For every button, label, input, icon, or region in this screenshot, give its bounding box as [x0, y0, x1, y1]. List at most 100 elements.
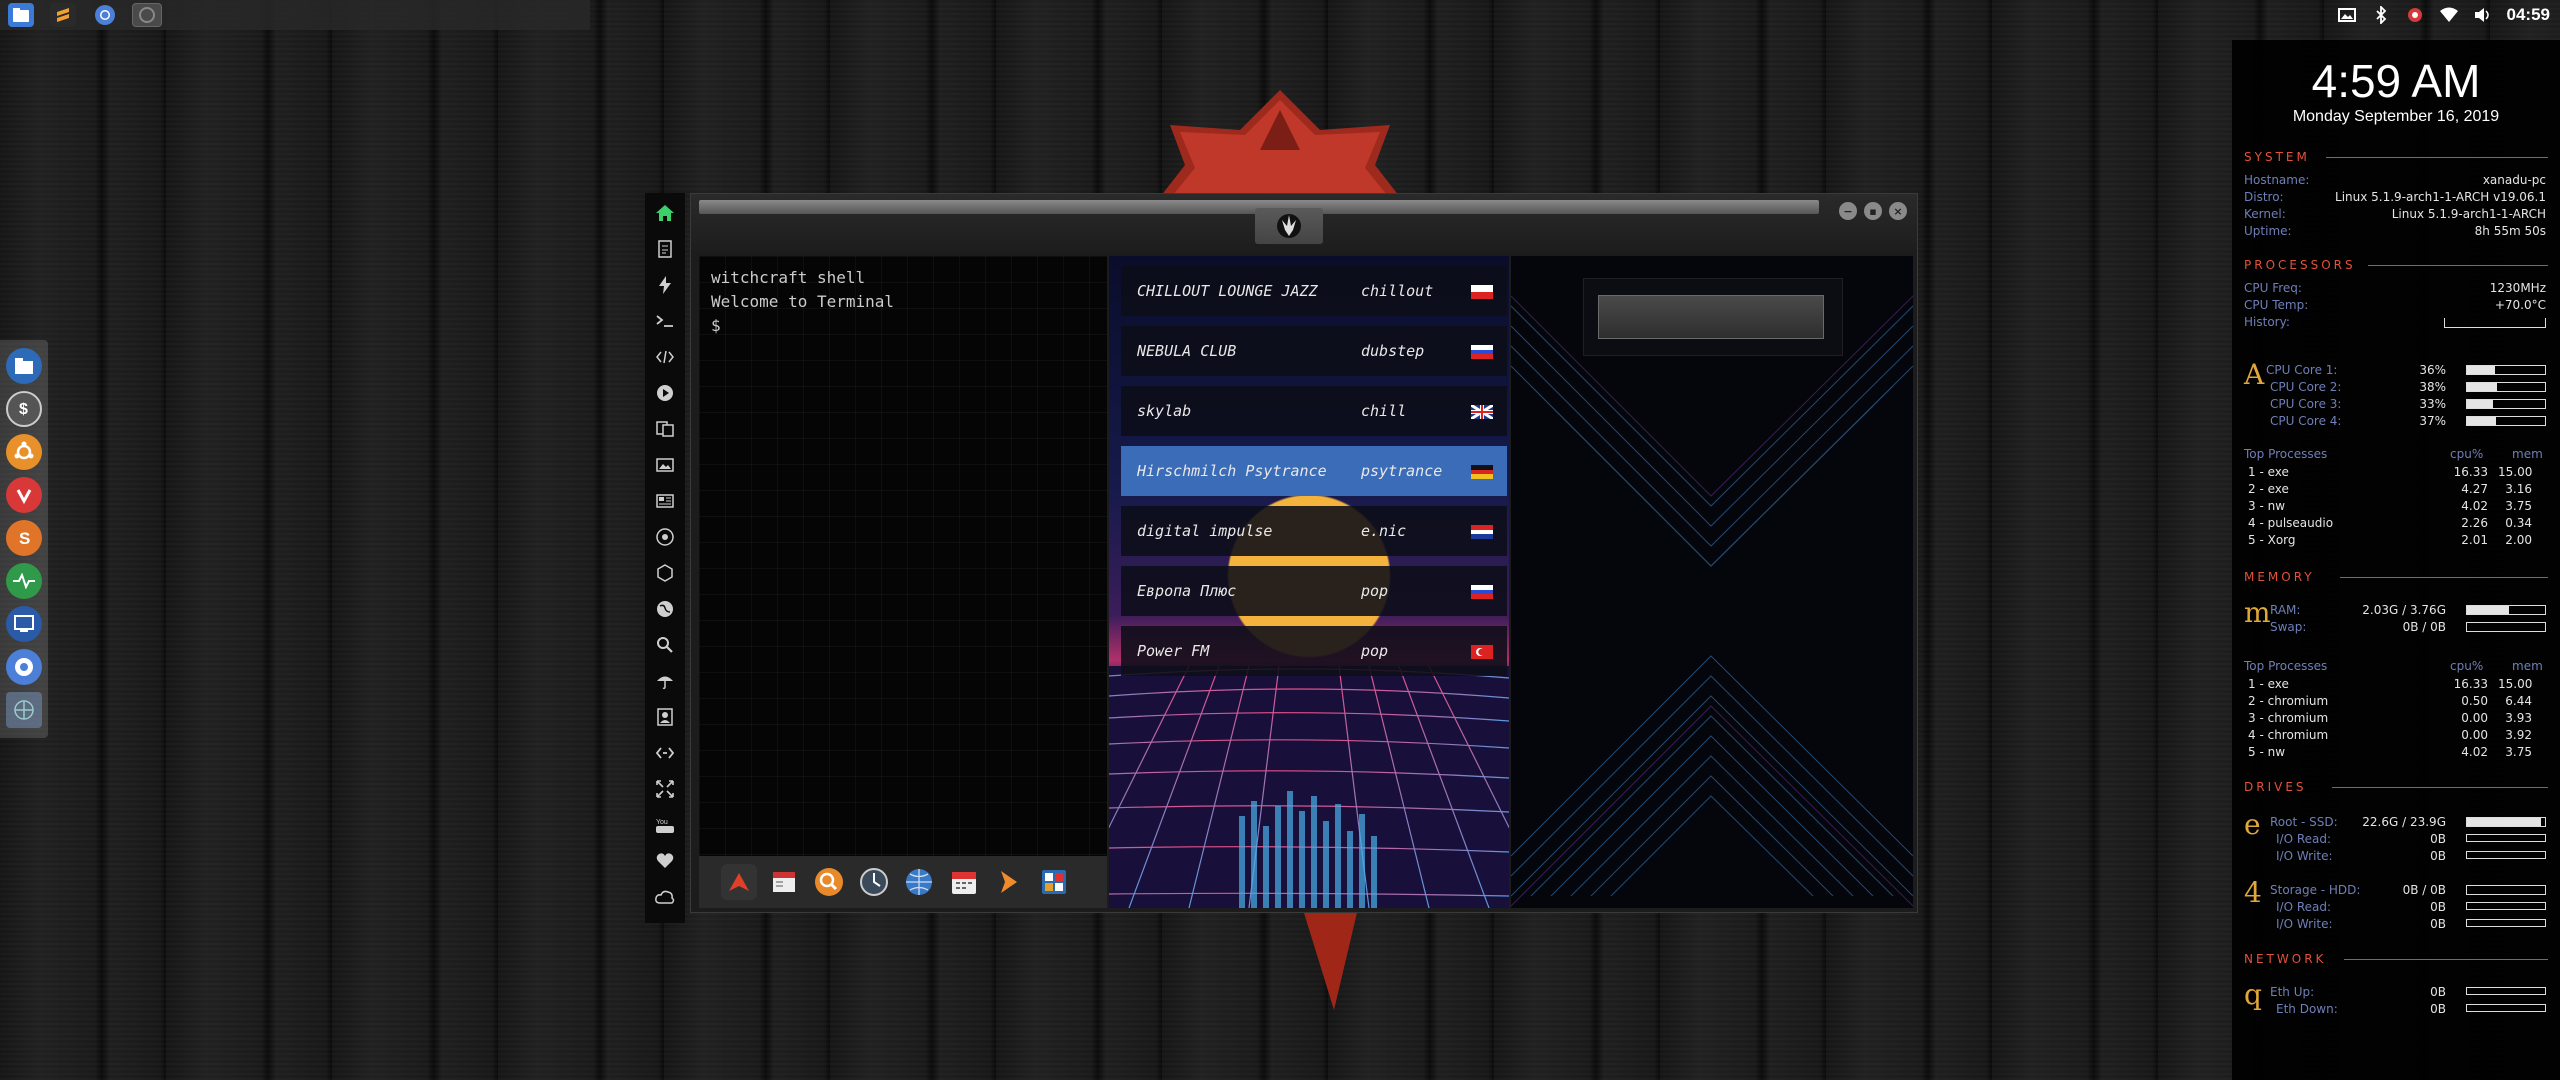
- svg-text:You: You: [656, 819, 668, 826]
- visualizer-bar[interactable]: [1598, 295, 1824, 339]
- play-icon[interactable]: [655, 383, 675, 403]
- station-name: digital impulse: [1137, 522, 1273, 540]
- eth-up-bar: [2466, 987, 2546, 995]
- sublime-icon[interactable]: [50, 3, 76, 27]
- code-icon[interactable]: [655, 347, 675, 367]
- chevron-right-icon[interactable]: [991, 864, 1027, 900]
- station-genre: e.nic: [1361, 522, 1407, 540]
- root-disk-bar: [2466, 817, 2546, 827]
- heart-icon[interactable]: [655, 851, 675, 871]
- screenshot-icon[interactable]: [2337, 5, 2357, 25]
- taskbar: [0, 0, 590, 30]
- station-name: CHILLOUT LOUNGE JAZZ: [1137, 282, 1318, 300]
- flag-turkey-icon: [1471, 645, 1493, 659]
- umbrella-icon[interactable]: [655, 671, 675, 691]
- calendar-app-icon[interactable]: [946, 864, 982, 900]
- stat-value: xanadu-pc: [2482, 173, 2546, 187]
- stat-value: 8h 55m 50s: [2474, 224, 2546, 238]
- red-emblem-tail: [1300, 900, 1360, 1010]
- section-divider: [2332, 787, 2548, 788]
- globe-icon[interactable]: [655, 599, 675, 619]
- contact-icon[interactable]: [655, 707, 675, 727]
- wifi-icon[interactable]: [2439, 5, 2459, 25]
- files-icon[interactable]: [8, 3, 34, 27]
- cpu-core-row: CPU Core 3: 33%: [2270, 397, 2446, 411]
- lightning-icon[interactable]: [655, 275, 675, 295]
- tray-clock[interactable]: 04:59: [2507, 5, 2550, 25]
- section-divider: [2340, 577, 2548, 578]
- document-icon[interactable]: [655, 239, 675, 259]
- terminal-prompt[interactable]: $: [711, 314, 1095, 338]
- process-row: 2 - chromium 0.50 6.44: [2248, 694, 2532, 708]
- stat-label: Hostname:: [2244, 173, 2310, 187]
- youtube-icon[interactable]: You: [655, 815, 675, 835]
- chromium-icon[interactable]: [6, 649, 42, 685]
- station-row-active[interactable]: Hirschmilch Psytrance psytrance: [1121, 446, 1507, 496]
- stat-row: I/O Read: 0B: [2276, 832, 2446, 846]
- files-copy-icon[interactable]: [655, 419, 675, 439]
- terminal-line: Welcome to Terminal: [711, 292, 895, 311]
- window-titlebar[interactable]: − ▪ ×: [691, 194, 1917, 252]
- flag-germany-icon: [1471, 465, 1493, 479]
- volume-icon[interactable]: [2473, 5, 2493, 25]
- station-genre: chillout: [1361, 282, 1434, 300]
- tag-icon[interactable]: [655, 743, 675, 763]
- stat-label: Distro:: [2244, 190, 2284, 204]
- station-row[interactable]: digital impulse e.nic: [1121, 506, 1507, 556]
- stat-row: CPU Freq: 1230MHz: [2244, 281, 2546, 295]
- window-thumbnail[interactable]: [132, 3, 162, 27]
- stat-row: I/O Read: 0B: [2276, 900, 2446, 914]
- app-launcher-sidebar: You: [645, 193, 685, 923]
- search-icon[interactable]: [655, 635, 675, 655]
- calculator-icon[interactable]: [1036, 864, 1072, 900]
- cpu-core-row: CPU Core 1: 36%: [2266, 363, 2446, 377]
- terminal-icon[interactable]: [655, 311, 675, 331]
- bluetooth-icon[interactable]: [2371, 5, 2391, 25]
- settings-icon[interactable]: [2405, 5, 2425, 25]
- station-row[interactable]: Европа Плюс pop: [1121, 566, 1507, 616]
- browser-globe-icon[interactable]: [901, 864, 937, 900]
- process-row: 1 - exe 16.33 15.00: [2248, 465, 2533, 479]
- system-tray: 04:59: [2337, 0, 2550, 30]
- station-row[interactable]: skylab chill: [1121, 386, 1507, 436]
- clock-app-icon[interactable]: [856, 864, 892, 900]
- radio-pane: CHILLOUT LOUNGE JAZZ chillout NEBULA CLU…: [1109, 256, 1509, 908]
- stat-row: Hostname: xanadu-pc: [2244, 172, 2546, 188]
- station-row[interactable]: NEBULA CLUB dubstep: [1121, 326, 1507, 376]
- home-icon[interactable]: [655, 203, 675, 223]
- files-icon[interactable]: [6, 348, 42, 384]
- station-name: Hirschmilch Psytrance: [1137, 462, 1327, 480]
- ubuntu-icon[interactable]: [6, 434, 42, 470]
- system-monitor-icon[interactable]: [6, 563, 42, 599]
- terminal-pane[interactable]: witchcraft shell Welcome to Terminal $: [699, 256, 1107, 908]
- big-clock: 4:59 AM: [2311, 55, 2481, 107]
- web-icon[interactable]: [6, 692, 42, 728]
- station-row[interactable]: CHILLOUT LOUNGE JAZZ chillout: [1121, 266, 1507, 316]
- remote-desktop-icon[interactable]: [6, 606, 42, 642]
- news-icon[interactable]: [655, 491, 675, 511]
- flag-russia-icon: [1471, 585, 1493, 599]
- calendar-card-icon[interactable]: [766, 864, 802, 900]
- cpu-core-bar: [2466, 382, 2546, 392]
- station-name: NEBULA CLUB: [1137, 342, 1237, 360]
- station-row[interactable]: Power FM pop: [1121, 626, 1507, 676]
- sublime-icon[interactable]: S: [6, 520, 42, 556]
- vivaldi-icon[interactable]: [6, 477, 42, 513]
- maximize-button[interactable]: ▪: [1864, 202, 1882, 220]
- arch-icon[interactable]: [721, 864, 757, 900]
- top-processes-header: Top Processes cpu% mem: [2244, 447, 2543, 461]
- station-genre: dubstep: [1361, 342, 1425, 360]
- dollar-icon[interactable]: $: [6, 391, 42, 427]
- cloud-icon[interactable]: [655, 887, 675, 907]
- hexagon-icon[interactable]: [655, 563, 675, 583]
- cpu-core-bar: [2466, 399, 2546, 409]
- minimize-button[interactable]: −: [1839, 202, 1857, 220]
- stat-row: I/O Write: 0B: [2276, 849, 2446, 863]
- search-app-icon[interactable]: [811, 864, 847, 900]
- close-button[interactable]: ×: [1889, 202, 1907, 220]
- image-icon[interactable]: [655, 455, 675, 475]
- expand-icon[interactable]: [655, 779, 675, 799]
- flag-russia-icon: [1471, 345, 1493, 359]
- chromium-icon[interactable]: [92, 3, 118, 27]
- aperture-icon[interactable]: [655, 527, 675, 547]
